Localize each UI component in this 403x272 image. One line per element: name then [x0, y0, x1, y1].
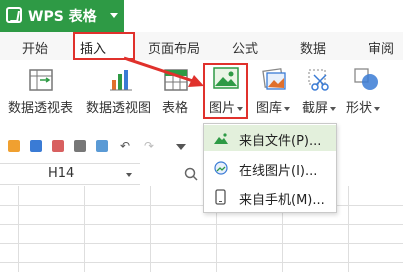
chevron-down-icon [110, 13, 118, 18]
pivot-table-label: 数据透视表 [8, 101, 74, 116]
phone-icon [215, 189, 226, 205]
chevron-down-icon [374, 106, 381, 111]
shapes-icon [354, 68, 378, 90]
app-menu-button[interactable]: WPS 表格 [0, 0, 124, 32]
redo-icon[interactable]: ↷ [144, 140, 156, 152]
app-title: WPS 表格 [28, 9, 97, 25]
grid-row-line [0, 262, 403, 263]
table-label: 表格 [162, 101, 189, 116]
chevron-down-icon [237, 106, 244, 111]
spreadsheet-grid[interactable] [0, 186, 403, 272]
ribbon-tab-bar [0, 32, 403, 60]
pivot-chart-icon [110, 70, 132, 91]
gallery-label: 图库 [256, 97, 291, 116]
picture-icon [214, 133, 228, 144]
gallery-icon [262, 68, 286, 90]
online-picture-icon [214, 161, 228, 175]
tab-formulas[interactable]: 公式 [232, 38, 258, 57]
grid-row-line [0, 224, 403, 225]
chevron-down-icon[interactable] [176, 144, 186, 150]
zoom-icon[interactable] [184, 167, 198, 181]
tab-insert[interactable]: 插入 [80, 38, 106, 57]
grid-col-line [150, 186, 151, 272]
menu-item-label: 来自文件(P)... [239, 134, 322, 149]
undo-icon[interactable]: ↶ [120, 140, 132, 152]
menu-item-from-file[interactable]: 来自文件(P)... [204, 125, 336, 151]
grid-col-line [348, 186, 349, 272]
picture-dropdown-menu: 来自文件(P)... 在线图片(I)... 来自手机(M)... [203, 123, 337, 213]
screenshot-label: 截屏 [302, 97, 337, 116]
pivot-chart-label: 数据透视图 [86, 101, 152, 116]
chevron-down-icon [284, 106, 291, 111]
chevron-down-icon[interactable] [126, 173, 132, 177]
menu-item-online-picture[interactable]: 在线图片(I)... [204, 155, 336, 181]
grid-col-line [84, 186, 85, 272]
name-box-value[interactable]: H14 [48, 166, 74, 181]
print-preview-icon[interactable] [96, 140, 108, 152]
title-bar: WPS 表格 [0, 0, 403, 32]
pivot-table-icon [29, 69, 53, 91]
tab-review[interactable]: 审阅 [368, 38, 394, 57]
grid-row-line [0, 243, 403, 244]
grid-row-line [0, 205, 403, 206]
menu-item-label: 来自手机(M)... [239, 193, 325, 208]
picture-icon [213, 67, 239, 89]
print-icon[interactable] [74, 140, 86, 152]
chevron-down-icon [330, 106, 337, 111]
picture-label: 图片 [209, 97, 244, 116]
grid-col-line [18, 186, 19, 272]
menu-item-from-phone[interactable]: 来自手机(M)... [204, 184, 336, 210]
table-icon [164, 69, 188, 91]
tab-data[interactable]: 数据 [300, 38, 326, 57]
scissors-icon [308, 69, 329, 91]
shapes-label: 形状 [346, 97, 381, 116]
wps-logo-icon [6, 7, 22, 23]
tab-page-layout[interactable]: 页面布局 [148, 38, 200, 57]
save-icon[interactable] [30, 140, 42, 152]
open-icon[interactable] [8, 140, 20, 152]
menu-item-label: 在线图片(I)... [239, 164, 318, 179]
export-pdf-icon[interactable] [52, 140, 64, 152]
tab-home[interactable]: 开始 [22, 38, 48, 57]
